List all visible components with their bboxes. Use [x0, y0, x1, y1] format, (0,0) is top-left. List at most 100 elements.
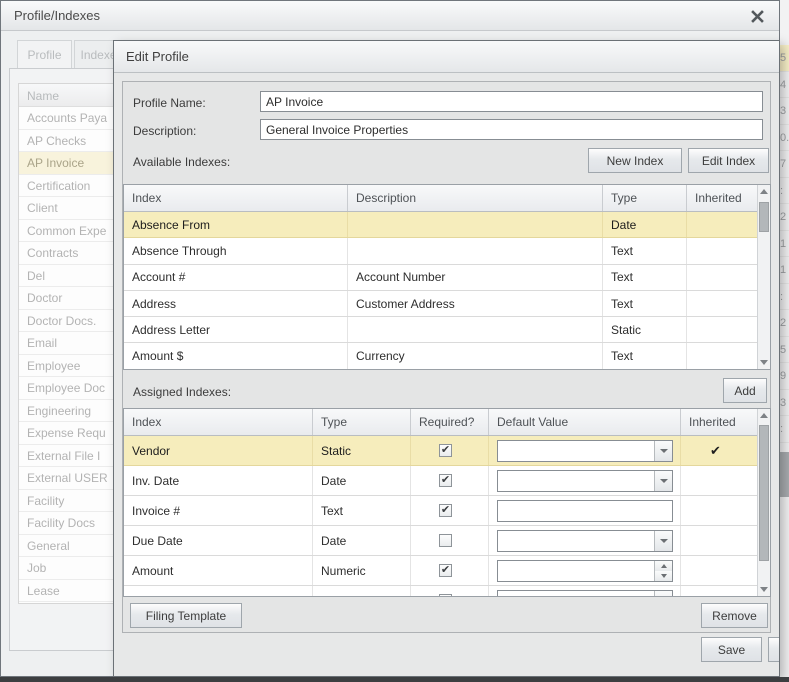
close-button[interactable] — [747, 6, 767, 26]
scrollbar-thumb[interactable] — [759, 425, 769, 561]
default-value-combo[interactable] — [497, 589, 673, 596]
check-icon: ✔ — [440, 503, 451, 516]
tab-profile[interactable]: Profile — [17, 40, 72, 69]
combo-dropdown-button[interactable] — [654, 470, 672, 491]
add-button[interactable]: Add — [723, 378, 767, 403]
background-grid-fragment: 2 — [779, 310, 789, 337]
spin-down-icon — [655, 570, 672, 581]
type-cell: Date — [603, 212, 687, 238]
window-bottom-edge — [0, 677, 789, 682]
table-row[interactable]: Inv. Date Date ✔ — [124, 466, 770, 496]
screenshot-stage: 5 4 3 0. 7:2 1 1:2 5 9 3: Profile/Indexes Profile… — [0, 0, 789, 682]
scrollbar-thumb[interactable] — [759, 202, 769, 232]
table-row[interactable]: Vendor Static ✔ ✔ — [124, 436, 770, 466]
save-button[interactable]: Save — [701, 637, 762, 662]
inherited-cell — [681, 556, 759, 585]
available-grid-scrollbar[interactable] — [757, 185, 770, 369]
required-checkbox[interactable]: ✔ — [439, 594, 452, 596]
description-input[interactable] — [260, 119, 763, 140]
inherited-cell — [681, 496, 759, 525]
scroll-up-icon[interactable] — [758, 409, 770, 422]
grid-header: Index Type Required? Default Value Inherited — [124, 409, 770, 436]
index-cell: Absence Through — [124, 238, 348, 264]
table-row[interactable]: ✔ — [124, 586, 770, 596]
default-value-combo[interactable] — [497, 469, 673, 492]
edit-index-button[interactable]: Edit Index — [688, 148, 769, 173]
type-cell: Static — [603, 317, 687, 343]
default-value-input[interactable] — [497, 499, 673, 522]
table-row[interactable]: Absence Through Text — [124, 238, 770, 265]
window-title: Profile/Indexes — [14, 8, 100, 23]
combo-dropdown-button[interactable] — [654, 590, 672, 596]
inherited-cell — [681, 526, 759, 555]
default-value-cell — [489, 436, 681, 465]
column-header: Index — [124, 185, 348, 211]
type-cell: Text — [603, 343, 687, 369]
table-row[interactable]: Account # Account Number Text — [124, 264, 770, 291]
new-index-button[interactable]: New Index — [588, 148, 682, 173]
background-grid-fragment: 2 — [779, 204, 789, 231]
scroll-up-icon[interactable] — [758, 185, 770, 198]
type-cell — [313, 586, 411, 596]
spinner-buttons[interactable] — [654, 560, 672, 581]
scroll-down-icon[interactable] — [758, 583, 770, 596]
type-cell: Text — [603, 238, 687, 264]
table-row[interactable]: Amount Numeric ✔ — [124, 556, 770, 586]
background-grid-fragment: : — [779, 284, 789, 310]
required-checkbox[interactable]: ✔ — [439, 504, 452, 517]
index-cell: Absence From — [124, 212, 348, 238]
remove-button[interactable]: Remove — [701, 603, 768, 628]
background-scrollbar-thumb[interactable] — [779, 452, 789, 497]
available-indexes-grid: Index Description Type Inherited Absence Fr… — [123, 184, 771, 370]
description-cell: Account Number — [348, 264, 603, 290]
required-checkbox[interactable]: ✔ — [439, 534, 452, 547]
description-cell: Customer Address — [348, 290, 603, 317]
required-checkbox[interactable]: ✔ — [439, 564, 452, 577]
background-grid-fragment: 0. — [779, 125, 789, 151]
required-cell: ✔ — [411, 526, 489, 555]
default-value-combo[interactable] — [497, 529, 673, 552]
type-cell: Numeric — [313, 556, 411, 585]
combo-dropdown-button[interactable] — [654, 440, 672, 461]
assigned-grid-scrollbar[interactable] — [757, 409, 770, 596]
index-cell: Invoice # — [124, 496, 313, 525]
default-value-spinner[interactable] — [497, 559, 673, 582]
assigned-indexes-label: Assigned Indexes: — [133, 385, 232, 399]
inherited-cell — [687, 317, 759, 343]
table-row[interactable]: Address Letter Static — [124, 317, 770, 344]
filing-template-button[interactable]: Filing Template — [130, 603, 242, 628]
column-header: Inherited — [687, 185, 759, 211]
type-cell: Text — [603, 264, 687, 290]
index-cell: Address — [124, 290, 348, 317]
required-checkbox[interactable]: ✔ — [439, 474, 452, 487]
table-row[interactable]: Address Customer Address Text — [124, 290, 770, 318]
description-label: Description: — [133, 124, 197, 138]
background-grid-fragment: 5 — [779, 337, 789, 363]
check-icon: ✔ — [440, 473, 451, 486]
grid-header: Index Description Type Inherited — [124, 185, 770, 212]
edit-profile-dialog: Edit Profile Profile Name: Description: … — [113, 40, 780, 677]
inherited-check-icon: ✔ — [710, 442, 721, 458]
table-row[interactable]: Invoice # Text ✔ — [124, 496, 770, 526]
required-cell: ✔ — [411, 496, 489, 525]
check-icon: ✔ — [440, 443, 451, 456]
check-icon: ✔ — [440, 563, 451, 576]
column-header: Index — [124, 409, 313, 435]
combo-dropdown-button[interactable] — [654, 530, 672, 551]
background-grid-fragment: 4 — [779, 72, 789, 98]
background-grid-fragment: : — [779, 416, 789, 443]
profile-name-input[interactable] — [260, 91, 763, 112]
required-checkbox[interactable]: ✔ — [439, 444, 452, 457]
scroll-down-icon[interactable] — [758, 356, 770, 369]
inherited-cell — [681, 466, 759, 495]
clipped-button[interactable] — [768, 637, 779, 662]
index-cell — [124, 586, 313, 596]
table-row[interactable]: Absence From Date — [124, 212, 770, 239]
default-value-combo[interactable] — [497, 439, 673, 462]
table-row[interactable]: Due DateDate ✔ — [124, 526, 770, 556]
dialog-content-panel: Profile Name: Description: Available Ind… — [122, 81, 771, 633]
background-grid-fragment: 9 — [779, 363, 789, 390]
table-row[interactable]: Amount $ Currency Text — [124, 343, 770, 369]
profile-name-label: Profile Name: — [133, 96, 206, 110]
column-header: Type — [313, 409, 411, 435]
